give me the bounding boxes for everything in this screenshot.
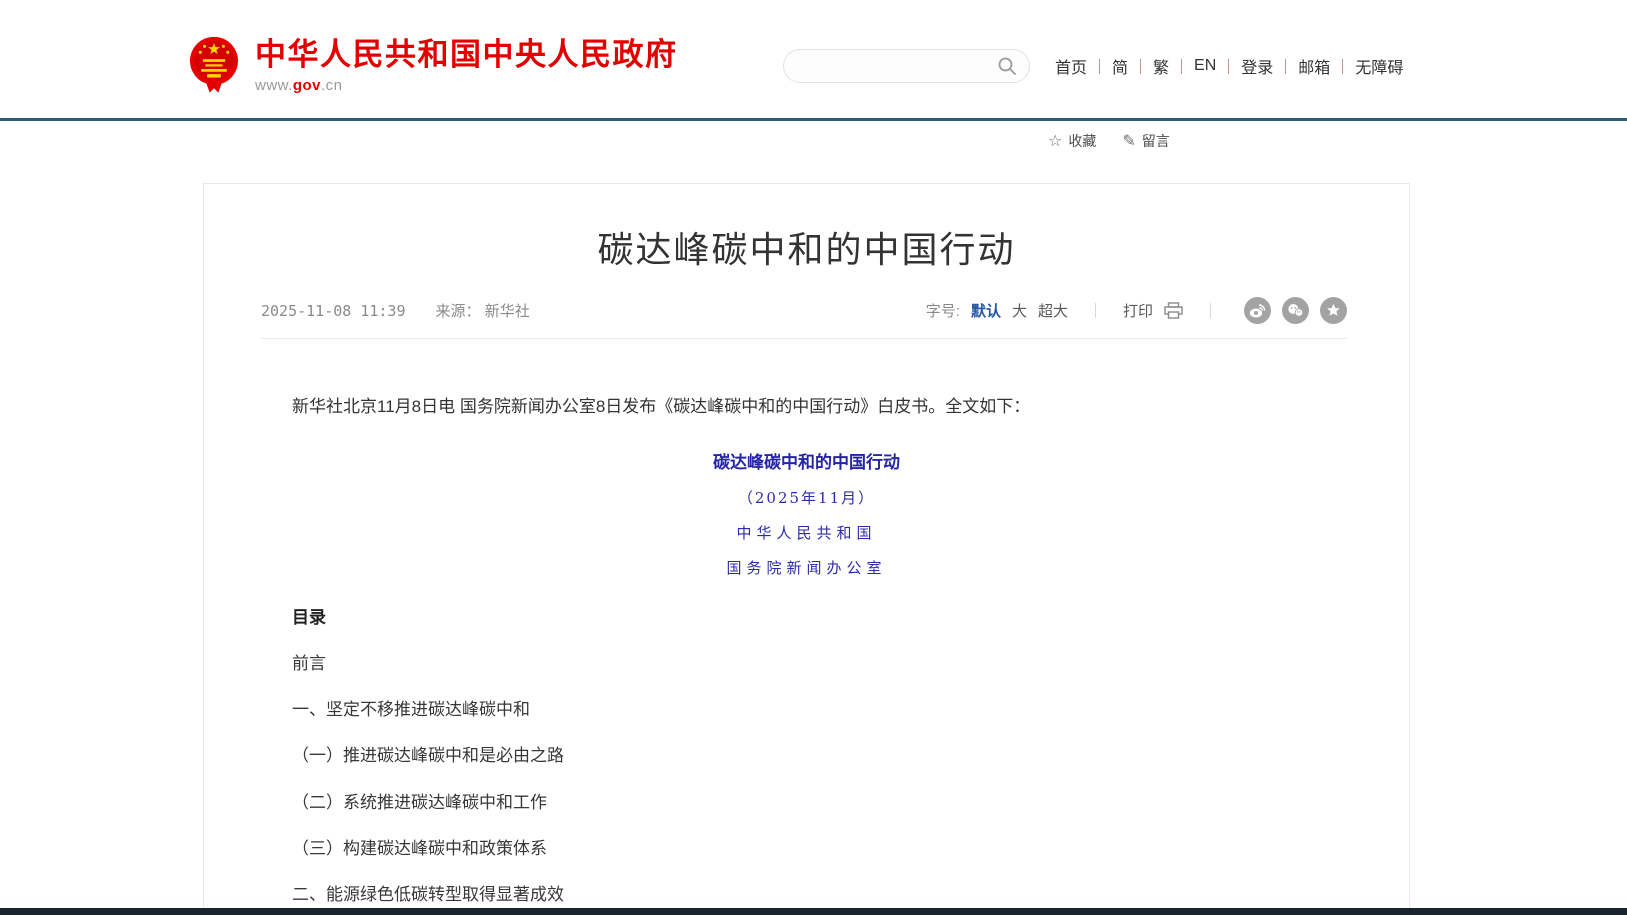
nav-login[interactable]: 登录 <box>1229 54 1285 78</box>
favorite-button[interactable]: ☆ 收藏 <box>1048 131 1096 151</box>
comment-button[interactable]: ✎ 留言 <box>1122 131 1169 151</box>
meta-right: 字号: 默认 大 超大 打印 <box>926 297 1347 324</box>
font-size-xlarge-button[interactable]: 超大 <box>1038 300 1068 321</box>
nav-accessibility[interactable]: 无障碍 <box>1343 54 1415 78</box>
print-button[interactable]: 打印 <box>1123 300 1153 321</box>
nav-divider <box>1099 59 1100 74</box>
top-nav: 首页 简 繁 EN 登录 邮箱 无障碍 <box>1043 50 1415 82</box>
document-title: 碳达峰碳中和的中国行动 <box>292 448 1321 473</box>
star-outline-icon: ☆ <box>1048 131 1062 151</box>
national-emblem-icon <box>188 36 240 96</box>
site-header: 中华人民共和国中央人民政府 www.gov.cn 首页 简 繁 EN 登录 邮箱… <box>0 0 1627 118</box>
site-title: 中华人民共和国中央人民政府 <box>255 38 678 72</box>
nav-divider <box>1181 59 1182 74</box>
bottom-footer-edge <box>0 908 1627 915</box>
meta-divider <box>1095 303 1096 318</box>
comment-label: 留言 <box>1142 131 1170 151</box>
toc-item: 一、坚定不移推进碳达峰碳中和 <box>292 700 1321 720</box>
nav-english[interactable]: EN <box>1182 57 1228 75</box>
article-card: 碳达峰碳中和的中国行动 2025-11-08 11:39 来源： 新华社 字号:… <box>203 183 1410 915</box>
nav-divider <box>1342 59 1343 74</box>
nav-traditional[interactable]: 繁 <box>1141 54 1181 78</box>
document-heading: 碳达峰碳中和的中国行动 （2025年11月） 中华人民共和国 国务院新闻办公室 <box>292 448 1321 578</box>
publish-date: 2025-11-08 11:39 <box>261 302 406 320</box>
url-gov: gov <box>293 77 321 94</box>
source-label: 来源： <box>436 303 481 320</box>
document-org-line1: 中华人民共和国 <box>292 522 1321 543</box>
pencil-icon: ✎ <box>1122 131 1135 151</box>
site-title-block: 中华人民共和国中央人民政府 www.gov.cn <box>255 38 678 94</box>
meta-separator <box>261 338 1347 339</box>
source-block: 来源： 新华社 <box>436 300 530 321</box>
document-date: （2025年11月） <box>292 487 1321 508</box>
favorite-label: 收藏 <box>1068 131 1096 151</box>
nav-divider <box>1228 59 1229 74</box>
meta-left: 2025-11-08 11:39 来源： 新华社 <box>261 300 530 321</box>
document-org-line2: 国务院新闻办公室 <box>292 557 1321 578</box>
url-www: www. <box>255 77 293 94</box>
meta-divider <box>1210 303 1211 318</box>
toc-item: （三）构建碳达峰碳中和政策体系 <box>292 839 1321 859</box>
site-url: www.gov.cn <box>255 77 678 94</box>
article-title: 碳达峰碳中和的中国行动 <box>224 221 1389 273</box>
share-icons <box>1244 297 1347 324</box>
header-divider-line <box>0 118 1627 121</box>
toc-item: 前言 <box>292 654 1321 674</box>
nav-divider <box>1140 59 1141 74</box>
toc-item: 二、能源绿色低碳转型取得显著成效 <box>292 885 1321 905</box>
page-actions: ☆ 收藏 ✎ 留言 <box>1048 131 1170 151</box>
page: 中华人民共和国中央人民政府 www.gov.cn 首页 简 繁 EN 登录 邮箱… <box>0 0 1627 915</box>
nav-simplified[interactable]: 简 <box>1100 54 1140 78</box>
toc-item: （一）推进碳达峰碳中和是必由之路 <box>292 746 1321 766</box>
search-input[interactable] <box>796 58 997 74</box>
wechat-icon[interactable] <box>1282 297 1309 324</box>
nav-divider <box>1285 59 1286 74</box>
toc-heading: 目录 <box>292 603 1321 628</box>
font-size-label: 字号: <box>926 300 960 321</box>
search-icon[interactable] <box>997 56 1017 76</box>
printer-icon[interactable] <box>1164 302 1183 319</box>
article-meta-row: 2025-11-08 11:39 来源： 新华社 字号: 默认 大 超大 打印 <box>261 297 1347 324</box>
weibo-icon[interactable] <box>1244 297 1271 324</box>
url-cn: .cn <box>321 77 343 94</box>
search-box[interactable] <box>783 49 1030 83</box>
article-body: 新华社北京11月8日电 国务院新闻办公室8日发布《碳达峰碳中和的中国行动》白皮书… <box>292 394 1321 915</box>
font-size-default-button[interactable]: 默认 <box>971 300 1001 321</box>
nav-mail[interactable]: 邮箱 <box>1286 54 1342 78</box>
site-logo[interactable]: 中华人民共和国中央人民政府 www.gov.cn <box>188 36 678 96</box>
nav-home[interactable]: 首页 <box>1043 54 1099 78</box>
font-size-large-button[interactable]: 大 <box>1012 300 1027 321</box>
star-share-icon[interactable] <box>1320 297 1347 324</box>
source-value[interactable]: 新华社 <box>485 303 530 320</box>
intro-paragraph: 新华社北京11月8日电 国务院新闻办公室8日发布《碳达峰碳中和的中国行动》白皮书… <box>292 394 1321 420</box>
toc-item: （二）系统推进碳达峰碳中和工作 <box>292 793 1321 813</box>
